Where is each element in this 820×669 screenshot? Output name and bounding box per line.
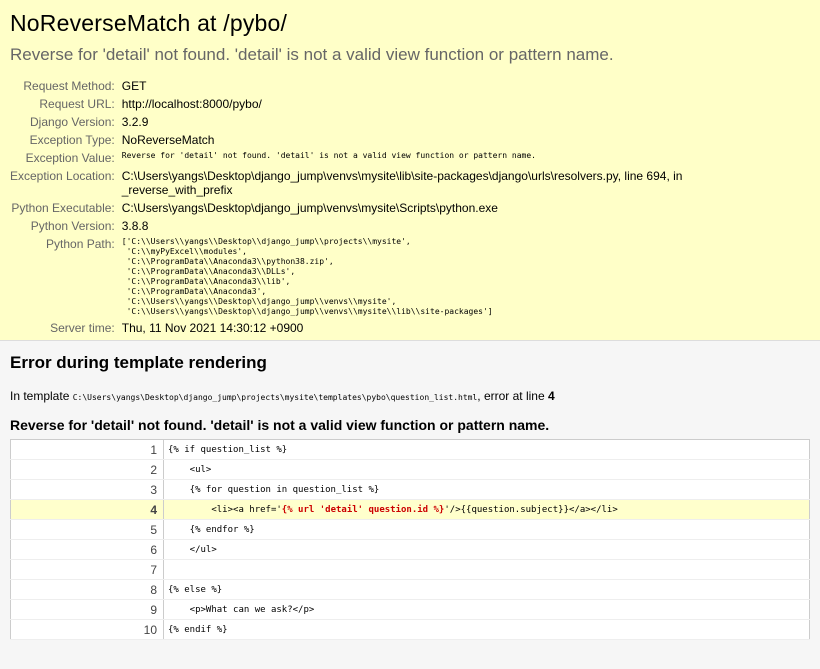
in-template-prefix: In template xyxy=(10,389,70,403)
meta-value: 3.2.9 xyxy=(121,115,149,129)
meta-row-request-url: Request URL: http://localhost:8000/pybo/ xyxy=(10,95,742,113)
source-line: 7 xyxy=(10,559,810,580)
code-before: <li><a href=' xyxy=(168,504,282,515)
line-number: 3 xyxy=(10,479,164,500)
code-after: '/>{{question.subject}}</a></li> xyxy=(444,504,618,515)
meta-value: C:\Users\yangs\Desktop\django_jump\venvs… xyxy=(121,201,498,215)
line-number: 9 xyxy=(10,599,164,620)
line-code: <li><a href='{% url 'detail' question.id… xyxy=(163,499,810,520)
template-error-message: Reverse for 'detail' not found. 'detail'… xyxy=(10,417,550,433)
meta-value: http://localhost:8000/pybo/ xyxy=(121,97,262,111)
line-code: {% else %} xyxy=(163,579,810,600)
meta-label: Exception Location: xyxy=(10,169,115,183)
meta-row-python-path: Python Path: ['C:\\Users\\yangs\\Desktop… xyxy=(10,235,742,319)
meta-label: Exception Type: xyxy=(29,133,115,147)
meta-row-exception-location: Exception Location: C:\Users\yangs\Deskt… xyxy=(10,167,742,199)
error-at-line-text: , error at line xyxy=(477,389,545,403)
template-source-table: 1 {% if question_list %} 2 <ul> 3 {% for … xyxy=(10,439,810,640)
meta-label: Exception Value: xyxy=(25,151,115,165)
python-path-list: ['C:\\Users\\yangs\\Desktop\\django_jump… xyxy=(121,237,493,316)
meta-row-django-version: Django Version: 3.2.9 xyxy=(10,113,742,131)
line-number: 10 xyxy=(10,619,164,640)
template-error-section: Error during template rendering In templ… xyxy=(0,341,820,669)
meta-label: Python Version: xyxy=(30,219,115,233)
source-line: 6 </ul> xyxy=(10,539,810,560)
page-title: NoReverseMatch at /pybo/ xyxy=(10,10,288,36)
source-line: 2 <ul> xyxy=(10,459,810,480)
request-meta-table: Request Method: GET Request URL: http://… xyxy=(10,77,742,337)
source-line: 3 {% for question in question_list %} xyxy=(10,479,810,500)
meta-label: Python Executable: xyxy=(11,201,115,215)
meta-label: Django Version: xyxy=(30,115,115,129)
template-path: C:\Users\yangs\Desktop\django_jump\proje… xyxy=(72,393,478,402)
meta-label: Python Path: xyxy=(46,237,115,251)
source-line: 9 <p>What can we ask?</p> xyxy=(10,599,810,620)
line-code: {% for question in question_list %} xyxy=(163,479,810,500)
error-line-number: 4 xyxy=(548,389,555,403)
exception-subtitle: Reverse for 'detail' not found. 'detail'… xyxy=(10,45,614,64)
meta-row-request-method: Request Method: GET xyxy=(10,77,742,95)
line-number: 1 xyxy=(10,439,164,460)
error-highlight: {% url 'detail' question.id %} xyxy=(281,504,445,515)
meta-label: Request URL: xyxy=(39,97,115,111)
template-location: In template C:\Users\yangs\Desktop\djang… xyxy=(10,389,810,403)
line-number: 2 xyxy=(10,459,164,480)
meta-row-python-version: Python Version: 3.8.8 xyxy=(10,217,742,235)
line-number: 7 xyxy=(10,559,164,580)
meta-label: Server time: xyxy=(50,321,115,335)
source-line: 10 {% endif %} xyxy=(10,619,810,640)
line-number: 8 xyxy=(10,579,164,600)
line-code: {% if question_list %} xyxy=(163,439,810,460)
template-error-heading: Error during template rendering xyxy=(10,353,267,372)
line-code xyxy=(163,559,810,580)
line-code: <p>What can we ask?</p> xyxy=(163,599,810,620)
line-code: {% endfor %} xyxy=(163,519,810,540)
meta-row-exception-type: Exception Type: NoReverseMatch xyxy=(10,131,742,149)
meta-row-python-executable: Python Executable: C:\Users\yangs\Deskto… xyxy=(10,199,742,217)
source-line: 1 {% if question_list %} xyxy=(10,439,810,460)
meta-value: Thu, 11 Nov 2021 14:30:12 +0900 xyxy=(121,321,304,335)
summary-section: NoReverseMatch at /pybo/ Reverse for 'de… xyxy=(0,0,820,341)
meta-label: Request Method: xyxy=(23,79,115,93)
line-number: 6 xyxy=(10,539,164,560)
meta-value: C:\Users\yangs\Desktop\django_jump\venvs… xyxy=(121,169,683,197)
meta-row-server-time: Server time: Thu, 11 Nov 2021 14:30:12 +… xyxy=(10,319,742,337)
meta-row-exception-value: Exception Value: Reverse for 'detail' no… xyxy=(10,149,742,167)
line-code: {% endif %} xyxy=(163,619,810,640)
line-code: <ul> xyxy=(163,459,810,480)
source-line: 8 {% else %} xyxy=(10,579,810,600)
line-code: </ul> xyxy=(163,539,810,560)
source-line: 5 {% endfor %} xyxy=(10,519,810,540)
source-line-error: 4 <li><a href='{% url 'detail' question.… xyxy=(10,499,810,520)
meta-value: ['C:\\Users\\yangs\\Desktop\\django_jump… xyxy=(122,235,742,319)
line-number: 4 xyxy=(10,499,164,520)
meta-value: GET xyxy=(121,79,147,93)
meta-value: 3.8.8 xyxy=(121,219,149,233)
meta-value: Reverse for 'detail' not found. 'detail'… xyxy=(121,151,536,160)
meta-value: NoReverseMatch xyxy=(121,133,215,147)
line-number: 5 xyxy=(10,519,164,540)
